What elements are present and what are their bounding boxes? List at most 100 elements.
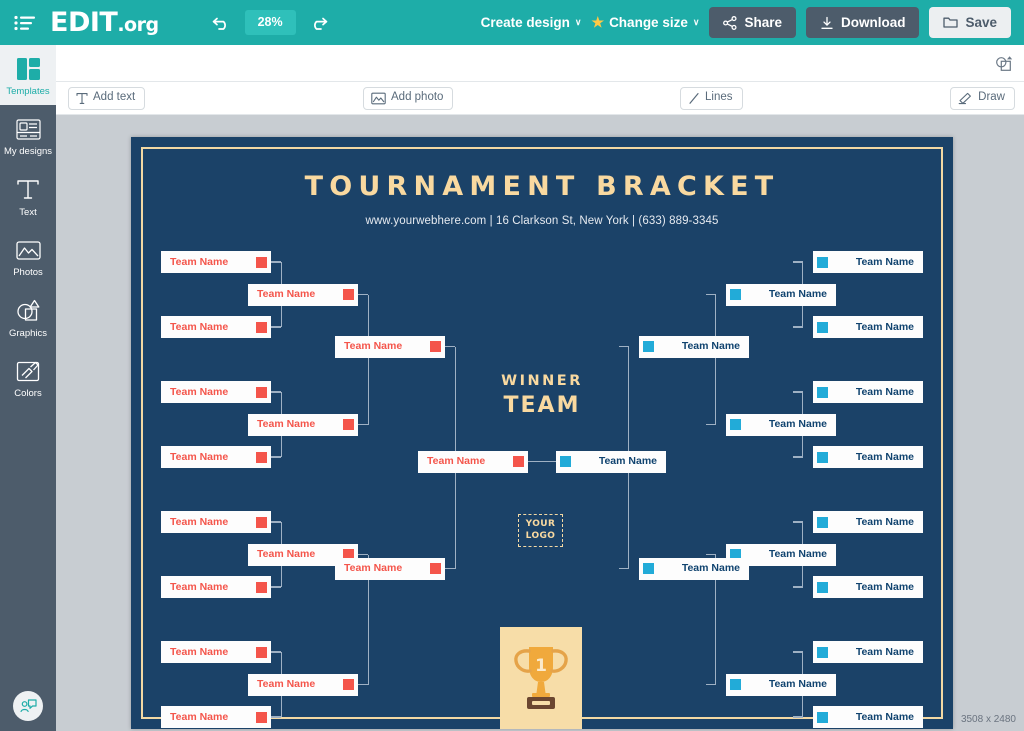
team-label: Team Name	[855, 710, 914, 723]
bracket-box-right-r1-6[interactable]: Team Name	[813, 576, 923, 598]
toolbar-panel: Add text Add photo Lines Draw	[56, 45, 1024, 115]
bracket-box-right-r1-4[interactable]: Team Name	[813, 446, 923, 468]
winner-label[interactable]: WINNER TEAM	[476, 374, 608, 417]
bracket-box-left-r1-6[interactable]: Team Name	[161, 576, 271, 598]
seed-chip	[730, 289, 741, 300]
bracket-box-left-r3-1[interactable]: Team Name	[335, 335, 445, 358]
connector-line	[271, 521, 281, 523]
bracket-box-left-r2-1[interactable]: Team Name	[248, 283, 358, 306]
team-label: Team Name	[344, 562, 403, 575]
logo-line-2: LOGO	[525, 530, 556, 541]
add-text-button[interactable]: Add text	[68, 86, 146, 110]
bracket-box-left-r1-3[interactable]: Team Name	[161, 381, 271, 403]
save-button[interactable]: Save	[929, 7, 1011, 38]
logo-placeholder[interactable]: YOUR LOGO	[518, 514, 563, 547]
bracket-box-right-r1-7[interactable]: Team Name	[813, 641, 923, 663]
seed-chip	[256, 256, 267, 268]
top-header-bar: EDIT.org 28% Create design ∨ ★ Change si…	[0, 0, 1024, 45]
download-button[interactable]: Download	[805, 7, 920, 38]
seed-chip	[256, 516, 267, 528]
change-size-menu[interactable]: ★ Change size ∨	[592, 14, 700, 31]
text-icon	[0, 175, 56, 205]
bracket-box-right-r1-8[interactable]: Team Name	[813, 706, 923, 728]
share-button[interactable]: Share	[709, 7, 796, 38]
sidebar-item-label: Templates	[6, 86, 50, 97]
support-chat-icon[interactable]	[13, 691, 43, 721]
bracket-box-right-r3-2[interactable]: Team Name	[639, 557, 749, 580]
redo-icon[interactable]	[308, 12, 330, 34]
bracket-box-left-r1-5[interactable]: Team Name	[161, 511, 271, 533]
zoom-level-indicator[interactable]: 28%	[244, 10, 296, 35]
bracket-box-right-r1-2[interactable]: Team Name	[813, 316, 923, 338]
lines-label: Lines	[705, 91, 733, 104]
bracket-box-left-r1-4[interactable]: Team Name	[161, 446, 271, 468]
team-label: Team Name	[855, 515, 914, 528]
seed-chip	[817, 516, 828, 528]
connector-line	[445, 567, 455, 570]
canvas-workspace[interactable]: TOURNAMENT BRACKET www.yourwebhere.com |…	[56, 115, 1024, 731]
bracket-box-left-r1-7[interactable]: Team Name	[161, 641, 271, 663]
hamburger-menu-icon[interactable]	[8, 0, 42, 45]
poster-title[interactable]: TOURNAMENT BRACKET	[131, 173, 953, 200]
bracket-box-right-r2-1[interactable]: Team Name	[726, 283, 836, 306]
lines-button[interactable]: Lines	[680, 86, 743, 110]
seed-chip	[817, 646, 828, 658]
undo-icon[interactable]	[211, 12, 233, 34]
trophy-panel[interactable]: 1	[500, 627, 582, 729]
draw-label: Draw	[978, 91, 1005, 104]
seed-chip	[817, 581, 828, 593]
create-design-label: Create design	[480, 15, 570, 30]
header-actions: Create design ∨ ★ Change size ∨ Share Do…	[481, 7, 1024, 38]
bracket-box-right-r1-5[interactable]: Team Name	[813, 511, 923, 533]
bracket-box-left-r3-2[interactable]: Team Name	[335, 557, 445, 580]
seed-chip	[256, 711, 267, 723]
connector-line	[358, 553, 368, 556]
sidebar-item-text[interactable]: Text	[0, 166, 56, 226]
seed-chip	[343, 419, 354, 430]
team-label: Team Name	[768, 288, 827, 301]
bracket-box-left-r2-2[interactable]: Team Name	[248, 413, 358, 436]
bracket-box-right-r3-1[interactable]: Team Name	[639, 335, 749, 358]
team-label: Team Name	[681, 340, 740, 353]
sidebar-item-graphics[interactable]: Graphics	[0, 287, 56, 347]
sidebar-item-label: Colors	[14, 388, 42, 400]
trophy-icon: 1	[512, 627, 570, 711]
team-label: Team Name	[855, 385, 914, 398]
bracket-box-right-r2-4[interactable]: Team Name	[726, 673, 836, 696]
bracket-box-right-r1-3[interactable]: Team Name	[813, 381, 923, 403]
bracket-box-left-r1-1[interactable]: Team Name	[161, 251, 271, 273]
bracket-box-right-r2-2[interactable]: Team Name	[726, 413, 836, 436]
sidebar-item-colors[interactable]: Colors	[0, 347, 56, 407]
connector-line	[271, 261, 281, 263]
add-photo-label: Add photo	[391, 91, 444, 104]
save-label: Save	[965, 15, 997, 30]
design-poster[interactable]: TOURNAMENT BRACKET www.yourwebhere.com |…	[131, 137, 953, 729]
bracket-box-left-r2-4[interactable]: Team Name	[248, 673, 358, 696]
bracket-box-left-r1-8[interactable]: Team Name	[161, 706, 271, 728]
sidebar-item-my-designs[interactable]: My designs	[0, 105, 56, 165]
team-label: Team Name	[427, 455, 486, 468]
create-design-menu[interactable]: Create design ∨	[481, 15, 582, 30]
object-resize-icon[interactable]	[992, 52, 1016, 76]
team-label: Team Name	[170, 645, 229, 658]
sidebar-item-templates[interactable]: Templates	[0, 45, 56, 106]
add-photo-button[interactable]: Add photo	[363, 86, 454, 110]
team-label: Team Name	[768, 678, 827, 691]
seed-chip	[817, 711, 828, 723]
team-label: Team Name	[257, 548, 316, 561]
team-label: Team Name	[170, 580, 229, 593]
sidebar-item-photos[interactable]: Photos	[0, 226, 56, 286]
poster-subtitle[interactable]: www.yourwebhere.com | 16 Clarkson St, Ne…	[131, 215, 953, 227]
draw-button[interactable]: Draw	[950, 86, 1015, 110]
graphics-icon	[0, 296, 56, 326]
bracket-box-right-final[interactable]: Team Name	[556, 450, 666, 473]
brand-logo[interactable]: EDIT.org	[50, 9, 159, 36]
seed-chip	[343, 289, 354, 300]
sidebar-item-label: Graphics	[8, 327, 47, 339]
seed-chip	[256, 581, 267, 593]
team-label: Team Name	[855, 320, 914, 333]
bracket-box-left-r1-2[interactable]: Team Name	[161, 316, 271, 338]
bracket-box-right-r1-1[interactable]: Team Name	[813, 251, 923, 273]
connector-line	[358, 293, 368, 296]
bracket-box-left-final[interactable]: Team Name	[418, 450, 528, 473]
